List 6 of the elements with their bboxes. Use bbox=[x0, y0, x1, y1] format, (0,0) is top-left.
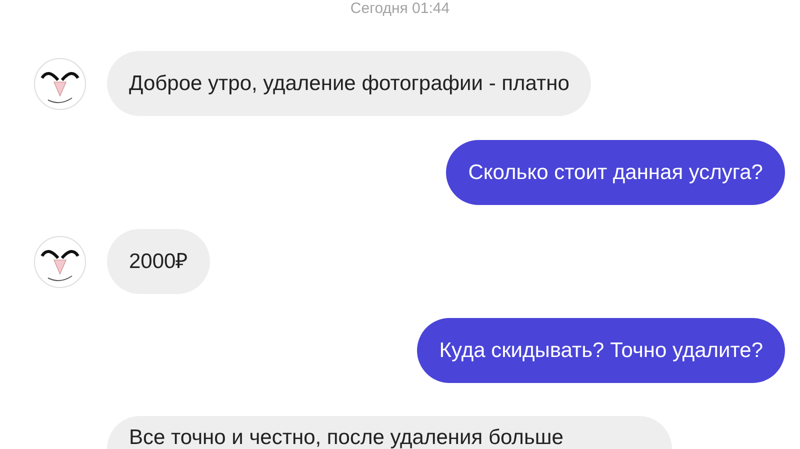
received-message: Доброе утро, удаление фотографии - платно bbox=[107, 51, 592, 116]
sent-message: Сколько стоит данная услуга? bbox=[446, 140, 785, 205]
timestamp: Сегодня 01:44 bbox=[349, 0, 451, 18]
received-message: 2000₽ bbox=[107, 229, 210, 294]
received-message: Все точно и честно, после удаления больше bbox=[107, 416, 672, 449]
sent-message: Куда скидывать? Точно удалите? bbox=[417, 318, 785, 383]
